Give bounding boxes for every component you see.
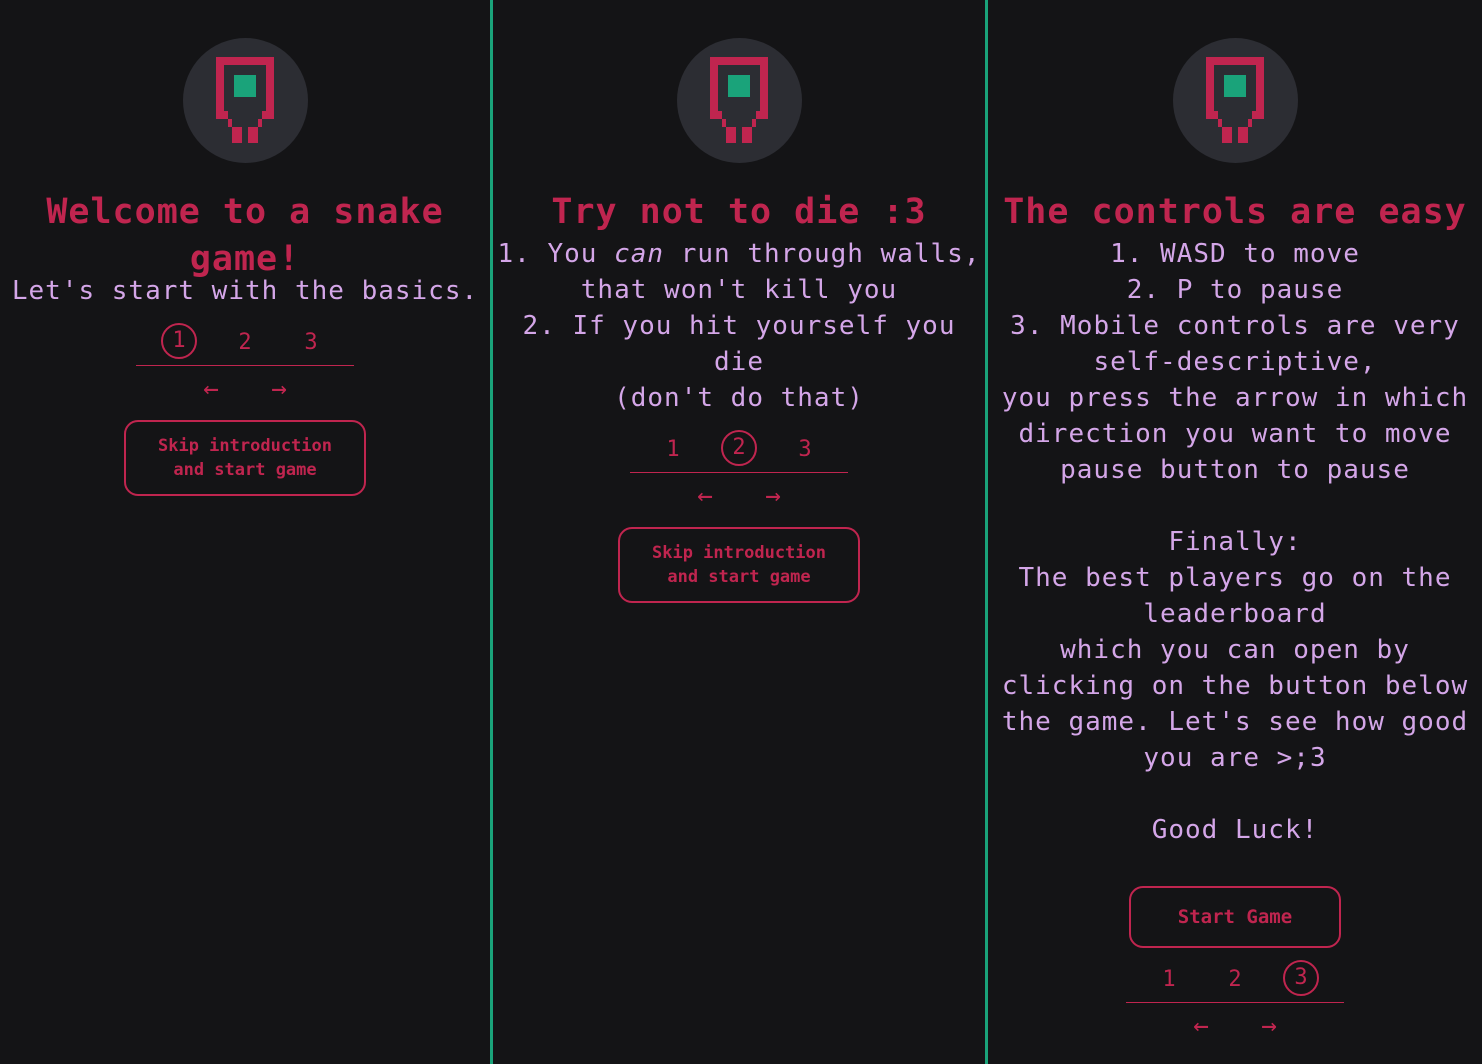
page-title: Welcome to a snake game! xyxy=(46,192,444,279)
leaderboard-text-2: which you can open by clicking on the bu… xyxy=(1001,635,1469,773)
prev-arrow-icon[interactable]: ← xyxy=(196,376,226,402)
next-arrow-icon[interactable]: → xyxy=(1254,1013,1284,1039)
rule-1: 1. You can run through walls, that won't… xyxy=(493,236,985,308)
next-arrow-icon[interactable]: → xyxy=(758,483,788,509)
step-3[interactable]: 3 xyxy=(787,430,823,466)
rule-3: (don't do that) xyxy=(614,383,864,413)
skip-intro-button[interactable]: Skip introduction and start game xyxy=(124,420,366,496)
control-5: pause button to pause xyxy=(1060,455,1410,485)
skip-intro-button[interactable]: Skip introduction and start game xyxy=(618,527,860,603)
prev-arrow-icon[interactable]: ← xyxy=(690,483,720,509)
step-indicator: 1 2 3 ← → xyxy=(136,323,354,402)
next-arrow-icon[interactable]: → xyxy=(264,376,294,402)
step-2[interactable]: 2 xyxy=(721,430,757,466)
intro-panels: Welcome to a snake game! Let's start wit… xyxy=(0,0,1482,1064)
subtitle-text: Let's start with the basics. xyxy=(11,276,479,306)
control-2: 2. P to pause xyxy=(1126,275,1344,305)
step-indicator: 1 2 3 ← → xyxy=(1126,960,1344,1039)
subtitle: Let's start with the basics. xyxy=(12,273,478,309)
snake-logo-icon xyxy=(676,38,802,163)
page-title: The controls are easy xyxy=(1003,192,1467,232)
step-2[interactable]: 2 xyxy=(1217,960,1253,996)
intro-panel-2: Try not to die :3 1. You can run through… xyxy=(493,0,988,1064)
page-title: Try not to die :3 xyxy=(551,192,927,232)
step-3[interactable]: 3 xyxy=(293,323,329,359)
step-indicator: 1 2 3 ← → xyxy=(630,430,848,509)
rule-1-emphasis: can xyxy=(614,239,665,269)
control-3: 3. Mobile controls are very self-descrip… xyxy=(1010,311,1460,377)
snake-logo-icon xyxy=(182,38,308,163)
divider xyxy=(136,365,354,366)
snake-logo-icon xyxy=(1172,38,1298,163)
divider xyxy=(630,472,848,473)
rule-2: 2. If you hit yourself you die xyxy=(522,311,956,377)
prev-arrow-icon[interactable]: ← xyxy=(1186,1013,1216,1039)
intro-panel-3: The controls are easy 1. WASD to move 2.… xyxy=(988,0,1482,1064)
control-1: 1. WASD to move xyxy=(1110,239,1360,269)
leaderboard-text-1: The best players go on the leaderboard xyxy=(1018,563,1452,629)
good-luck-text: Good Luck! xyxy=(1151,815,1319,845)
finally-heading: Finally: xyxy=(1168,527,1302,557)
rules-text: 1. You can run through walls, that won't… xyxy=(493,236,985,416)
divider xyxy=(1126,1002,1344,1003)
step-2[interactable]: 2 xyxy=(227,323,263,359)
intro-panel-1: Welcome to a snake game! Let's start wit… xyxy=(0,0,493,1064)
step-1[interactable]: 1 xyxy=(655,430,691,466)
step-1[interactable]: 1 xyxy=(1151,960,1187,996)
controls-text: 1. WASD to move 2. P to pause 3. Mobile … xyxy=(988,236,1482,848)
rule-1-prefix: 1. You xyxy=(497,239,615,269)
control-4: you press the arrow in which direction y… xyxy=(1001,383,1469,449)
step-1[interactable]: 1 xyxy=(161,323,197,359)
start-game-button[interactable]: Start Game xyxy=(1129,886,1341,948)
step-3[interactable]: 3 xyxy=(1283,960,1319,996)
